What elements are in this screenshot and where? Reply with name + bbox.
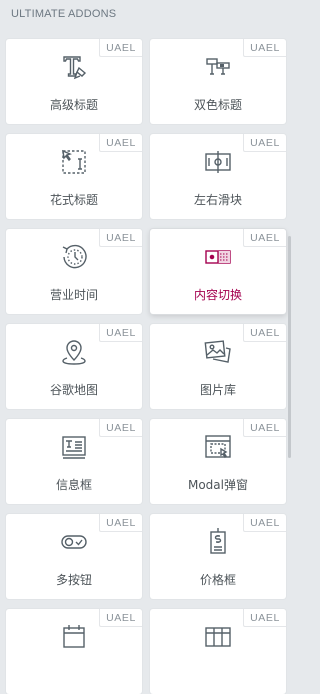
uael-badge: UAEL — [99, 229, 142, 247]
advanced-heading-icon — [59, 52, 89, 82]
widget-label: 价格框 — [199, 573, 236, 587]
widget-card-before-after-slider[interactable]: UAEL 左右滑块 — [150, 134, 286, 219]
widget-label: Modal弹窗 — [187, 478, 248, 492]
fancy-heading-icon — [59, 147, 89, 177]
uael-badge: UAEL — [243, 39, 286, 57]
widget-card-modal-popup[interactable]: UAEL Modal弹窗 — [150, 419, 286, 504]
widget-label: 高级标题 — [49, 98, 98, 112]
modal-popup-icon — [203, 432, 233, 462]
business-hours-icon — [59, 242, 89, 272]
widget-label: 图片库 — [199, 383, 236, 397]
uael-badge: UAEL — [243, 229, 286, 247]
uael-badge: UAEL — [99, 514, 142, 532]
multi-buttons-icon — [59, 527, 89, 557]
widget-card-google-map[interactable]: UAEL 谷歌地图 — [6, 324, 142, 409]
panel-scrollbar[interactable] — [288, 236, 291, 458]
image-gallery-icon — [203, 337, 233, 367]
widget-card-table[interactable]: UAEL — [150, 609, 286, 694]
widget-card-info-box[interactable]: UAEL 信息框 — [6, 419, 142, 504]
widget-card-dual-color-heading[interactable]: UAEL 双色标题 — [150, 39, 286, 124]
section-title: ULTIMATE ADDONS — [11, 8, 117, 20]
table-icon — [203, 622, 233, 652]
widget-label: 信息框 — [55, 478, 92, 492]
widget-card-business-hours[interactable]: UAEL 营业时间 — [6, 229, 142, 314]
widget-card-fancy-heading[interactable]: UAEL 花式标题 — [6, 134, 142, 219]
uael-badge: UAEL — [243, 419, 286, 437]
widget-card-price-box[interactable]: UAEL 价格框 — [150, 514, 286, 599]
widget-card-calendar[interactable]: UAEL — [6, 609, 142, 694]
widget-card-advanced-heading[interactable]: UAEL 高级标题 — [6, 39, 142, 124]
widget-label: 双色标题 — [193, 98, 242, 112]
google-map-icon — [59, 337, 89, 367]
uael-badge: UAEL — [99, 134, 142, 152]
calendar-icon — [59, 622, 89, 652]
uael-badge: UAEL — [243, 324, 286, 342]
widget-card-image-gallery[interactable]: UAEL 图片库 — [150, 324, 286, 409]
widget-grid: UAEL 高级标题 UAEL 双色标题 UAEL 花式标题 UAEL 左右滑块 … — [6, 39, 286, 694]
uael-badge: UAEL — [243, 609, 286, 627]
widget-label: 谷歌地图 — [49, 383, 98, 397]
widget-card-content-toggle[interactable]: UAEL 内容切换 — [150, 229, 286, 314]
info-box-icon — [59, 432, 89, 462]
dual-color-heading-icon — [203, 52, 233, 82]
uael-badge: UAEL — [243, 514, 286, 532]
widget-label: 营业时间 — [49, 288, 98, 302]
widget-label: 花式标题 — [49, 193, 98, 207]
before-after-slider-icon — [203, 147, 233, 177]
uael-badge: UAEL — [243, 134, 286, 152]
price-box-icon — [203, 527, 233, 557]
widget-label: 内容切换 — [193, 288, 242, 302]
widget-label: 左右滑块 — [193, 193, 242, 207]
uael-badge: UAEL — [99, 324, 142, 342]
widget-label: 多按钮 — [55, 573, 92, 587]
uael-badge: UAEL — [99, 39, 142, 57]
content-toggle-icon — [203, 242, 233, 272]
uael-badge: UAEL — [99, 419, 142, 437]
widget-card-multi-buttons[interactable]: UAEL 多按钮 — [6, 514, 142, 599]
uael-badge: UAEL — [99, 609, 142, 627]
